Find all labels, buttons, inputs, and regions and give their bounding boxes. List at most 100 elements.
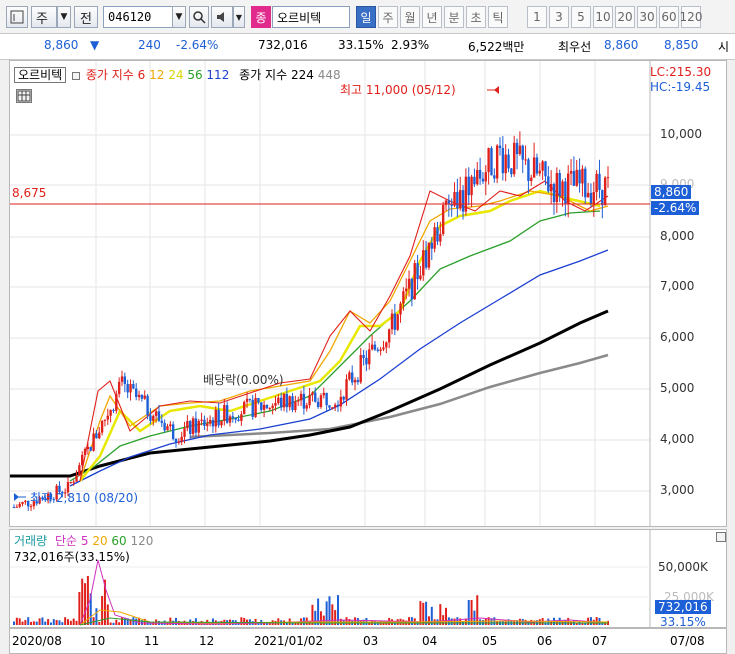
candle-body [308,394,311,406]
tab-month[interactable]: 월 [400,6,420,28]
price-chart-panel[interactable]: 오르비텍 종가 지수 6 12 24 56 112 종가 지수 224 448 … [9,60,727,527]
candle-body [314,392,317,402]
volume-bar [95,608,98,625]
candle-body [268,408,271,410]
interval-buttons: 1 3 5 10 20 30 60 120 [527,6,702,28]
trade-amount: 6,522백만 [468,40,525,54]
interval-5[interactable]: 5 [571,6,591,28]
candle-body [294,401,297,410]
legend-toggle-icon[interactable] [72,71,80,80]
volume-bar [476,595,479,625]
volume-bar [75,620,78,625]
chart-type-icon[interactable] [6,6,28,28]
interval-3[interactable]: 3 [549,6,569,28]
legend-ma12: 12 [149,68,165,82]
candle-body [106,415,109,420]
bid-price: 8,850 [664,38,699,52]
volume-value: 732,016 [258,38,308,52]
candle-body [251,399,254,417]
candles [12,131,610,511]
volume-bar [484,618,487,625]
legend-ma112: 112 [206,68,230,82]
candle-body [424,250,428,268]
speaker-dropdown-icon[interactable]: ▼ [233,6,245,28]
stock-name-field[interactable]: 오르비텍 [272,6,350,28]
candle-body [254,398,257,417]
candle-body [15,506,19,508]
search-icon[interactable] [189,6,209,28]
candle-body [333,404,337,408]
volume-bar [21,621,24,625]
candle-body [527,159,530,181]
candle-body [345,379,348,400]
candle-body [498,145,502,149]
candle-body [405,288,408,292]
candle-body [109,409,112,416]
legend-vol-ma120: 120 [130,534,154,548]
volume-chart-panel[interactable]: 거래량 단순 5 20 60 120 732,016주(33.15%) 50,0… [9,529,727,629]
lc-label: LC:215.30 [650,65,712,79]
interval-1[interactable]: 1 [527,6,547,28]
candle-body [75,475,78,482]
volume-panel-close-icon[interactable] [716,532,726,542]
candle-body [214,409,217,427]
interval-120[interactable]: 120 [680,6,702,28]
stock-code-dropdown-icon[interactable]: ▼ [172,6,186,28]
candle-body [510,168,513,175]
volume-bar [78,591,81,625]
interval-30[interactable]: 30 [637,6,657,28]
price-chart-svg [10,61,651,526]
candle-body [342,396,345,400]
volume-bar [345,617,348,625]
stock-label[interactable]: 오르비텍 [14,67,67,83]
volume-current-badge: 732,016 [655,600,711,614]
stock-code-value: 046120 [108,10,152,24]
volume-bar [61,622,64,625]
volume-now-label: 732,016주(33.15%) [14,550,130,564]
candle-body [558,173,561,196]
period-tabs: 일 주 월 년 분 초 틱 [356,6,508,28]
tab-minute[interactable]: 분 [444,6,464,28]
legend-vol-ma20: 20 [92,534,108,548]
candle-body [581,168,584,184]
volume-bar [277,618,280,625]
tab-year[interactable]: 년 [422,6,442,28]
candle-body [183,428,186,437]
tab-tick[interactable]: 틱 [488,6,508,28]
speaker-icon[interactable] [211,6,233,28]
tab-day[interactable]: 일 [356,6,376,28]
interval-10[interactable]: 10 [593,6,613,28]
volume-bar [30,621,33,625]
candle-body [285,393,289,408]
prev-button[interactable]: 전 [74,6,98,28]
y-tick: 8,000 [660,229,695,243]
legend-vol-ma5: 단순 5 [54,534,89,548]
candle-body [331,407,334,409]
candle-body [561,181,564,196]
candle-body [376,349,379,351]
legend-ma24: 24 [168,68,184,82]
candle-body [217,409,220,426]
volume-bar [44,621,47,625]
market-dropdown-icon[interactable]: ▼ [57,6,71,28]
y-tick: 4,000 [660,432,695,446]
market-select[interactable]: 주 [31,6,57,28]
interval-60[interactable]: 60 [659,6,679,28]
table-view-icon[interactable] [16,89,32,103]
tab-week[interactable]: 주 [378,6,398,28]
candle-body [243,401,246,415]
candle-body [530,177,533,181]
candle-body [410,278,414,300]
ask-price: 8,860 [604,38,639,52]
x-tick: 05 [482,634,498,648]
stock-code-input[interactable]: 046120 [103,6,173,28]
tab-second[interactable]: 초 [466,6,486,28]
candle-body [277,397,280,403]
candle-body [603,177,607,206]
volume-bar [427,616,430,625]
candle-body [316,401,320,408]
candle-body [126,384,129,393]
candle-body [544,161,547,177]
y-tick: 5,000 [660,381,695,395]
interval-20[interactable]: 20 [615,6,635,28]
